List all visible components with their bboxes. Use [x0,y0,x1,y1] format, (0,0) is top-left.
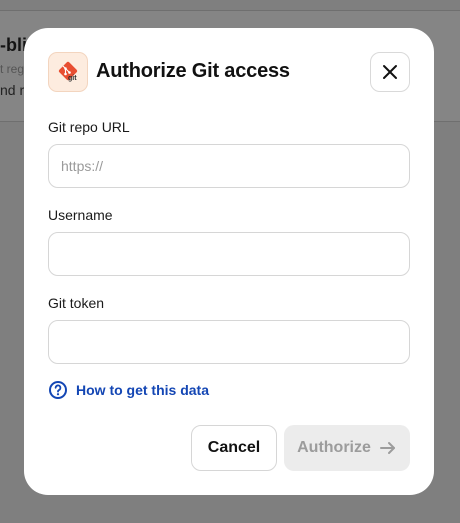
dialog-title: Authorize Git access [96,60,290,82]
username-input[interactable] [48,232,410,276]
dialog-header: git Authorize Git access [48,52,410,92]
username-label: Username [48,207,113,223]
arrow-right-icon [379,439,397,457]
cancel-button-label: Cancel [207,439,261,456]
background-text-line: t reg [0,62,25,76]
close-icon [381,63,399,81]
authorize-button[interactable]: Authorize [284,425,410,471]
git-token-label: Git token [48,295,105,311]
background-text-line: nd r [0,82,25,98]
help-link-text: How to get this data [76,382,209,398]
git-logo-text: git [68,75,77,82]
git-logo-icon: git [48,52,88,92]
repo-url-input[interactable] [48,144,410,188]
help-link[interactable]: How to get this data [48,380,209,400]
question-circle-icon [48,380,68,400]
repo-url-label: Git repo URL [48,119,130,135]
cancel-button[interactable]: Cancel [191,425,277,471]
authorize-git-dialog: git Authorize Git access Git repo URL Us… [24,28,434,495]
authorize-button-label: Authorize [297,439,371,456]
background-title: -bli [0,35,27,55]
git-token-input[interactable] [48,320,410,364]
close-button[interactable] [370,52,410,92]
